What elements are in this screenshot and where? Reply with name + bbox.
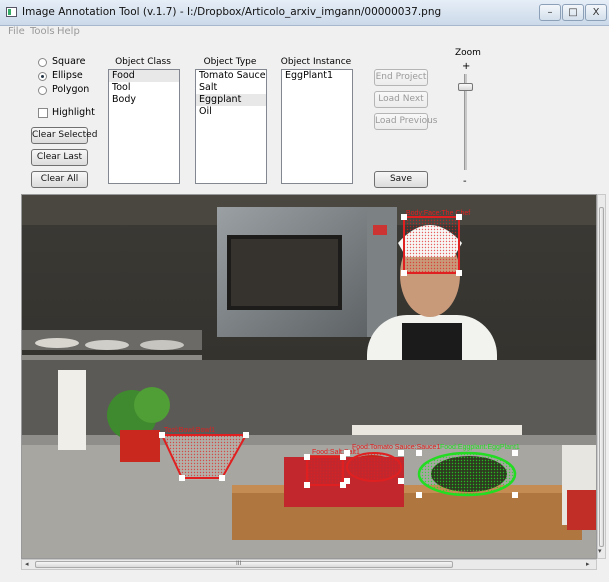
radio-ellipse-label: Ellipse: [52, 70, 83, 81]
maximize-button[interactable]: □: [562, 4, 584, 21]
image-canvas[interactable]: Body:Face:The Chef Tool:Bowl:Bowl1 Food:…: [21, 194, 597, 559]
radio-ellipse-indicator[interactable]: [38, 72, 47, 81]
horizontal-scrollbar[interactable]: ◂ III ▸: [21, 559, 597, 570]
clear-selected-button[interactable]: Clear Selected: [31, 127, 97, 144]
scroll-down-arrow-icon[interactable]: ▾: [598, 547, 602, 556]
highlight-checkbox-box[interactable]: [38, 108, 48, 118]
vertical-scroll-thumb[interactable]: [599, 207, 604, 547]
horizontal-scroll-thumb[interactable]: III: [35, 560, 453, 568]
highlight-label: Highlight: [52, 107, 95, 118]
object-type-item-eggplant[interactable]: Eggplant: [196, 94, 266, 106]
annotation-label-sauce: Food:Tomato Sauce:Sauce1: [352, 444, 440, 451]
object-type-list[interactable]: Tomato Sauce Salt Eggplant Oil: [195, 69, 267, 184]
menu-bar: File Tools Help: [0, 25, 609, 39]
radio-square-indicator[interactable]: [38, 58, 47, 67]
object-class-header: Object Class: [115, 57, 171, 67]
clear-last-button[interactable]: Clear Last: [31, 149, 88, 166]
app-icon: [6, 7, 17, 17]
load-next-button[interactable]: Load Next: [374, 91, 428, 108]
scroll-left-arrow-icon[interactable]: ◂: [25, 560, 29, 569]
vertical-scrollbar[interactable]: ▾: [597, 194, 606, 559]
object-instance-list[interactable]: EggPlant1: [281, 69, 353, 184]
zoom-plus-label: +: [462, 61, 471, 72]
save-button[interactable]: Save: [374, 171, 428, 188]
annotation-label-eggplant: Food:Eggplant:EggPlant1: [440, 444, 520, 451]
zoom-label: Zoom: [455, 48, 481, 58]
kitchen-scene-image: Body:Face:The Chef Tool:Bowl:Bowl1 Food:…: [22, 195, 596, 558]
scroll-grip-icon: III: [236, 560, 242, 567]
close-button[interactable]: X: [585, 4, 607, 21]
status-bar: [0, 570, 609, 582]
object-type-header: Object Type: [203, 57, 257, 67]
radio-polygon-label: Polygon: [52, 84, 90, 95]
scroll-right-arrow-icon[interactable]: ▸: [586, 560, 590, 569]
object-type-item-tomato-sauce[interactable]: Tomato Sauce: [196, 70, 266, 82]
load-previous-button[interactable]: Load Previous: [374, 113, 438, 130]
clear-all-button[interactable]: Clear All: [31, 171, 88, 188]
zoom-minus-label: -: [463, 176, 467, 187]
object-class-list[interactable]: Food Tool Body: [108, 69, 180, 184]
menu-file[interactable]: File: [8, 26, 25, 37]
object-class-item-body[interactable]: Body: [109, 94, 179, 106]
title-bar: Image Annotation Tool (v.1.7) - I:/Dropb…: [0, 0, 609, 26]
menu-tools[interactable]: Tools: [30, 26, 55, 37]
annotation-face[interactable]: Body:Face:The Chef: [401, 210, 470, 276]
object-type-item-oil[interactable]: Oil: [196, 106, 266, 118]
object-class-item-tool[interactable]: Tool: [109, 82, 179, 94]
window-title: Image Annotation Tool (v.1.7) - I:/Dropb…: [22, 6, 442, 18]
minimize-button[interactable]: –: [539, 4, 561, 21]
radio-polygon-indicator[interactable]: [38, 86, 47, 95]
object-instance-item-eggplant1[interactable]: EggPlant1: [282, 70, 352, 82]
radio-square-label: Square: [52, 56, 86, 67]
object-instance-header: Object Instance: [280, 57, 352, 67]
object-class-item-food[interactable]: Food: [109, 70, 179, 82]
object-type-item-salt[interactable]: Salt: [196, 82, 266, 94]
end-project-button[interactable]: End Project: [374, 69, 428, 86]
zoom-slider-handle[interactable]: [458, 83, 473, 91]
annotation-label-bowl: Tool:Bowl:Bowl1: [164, 427, 215, 434]
menu-help[interactable]: Help: [57, 26, 80, 37]
